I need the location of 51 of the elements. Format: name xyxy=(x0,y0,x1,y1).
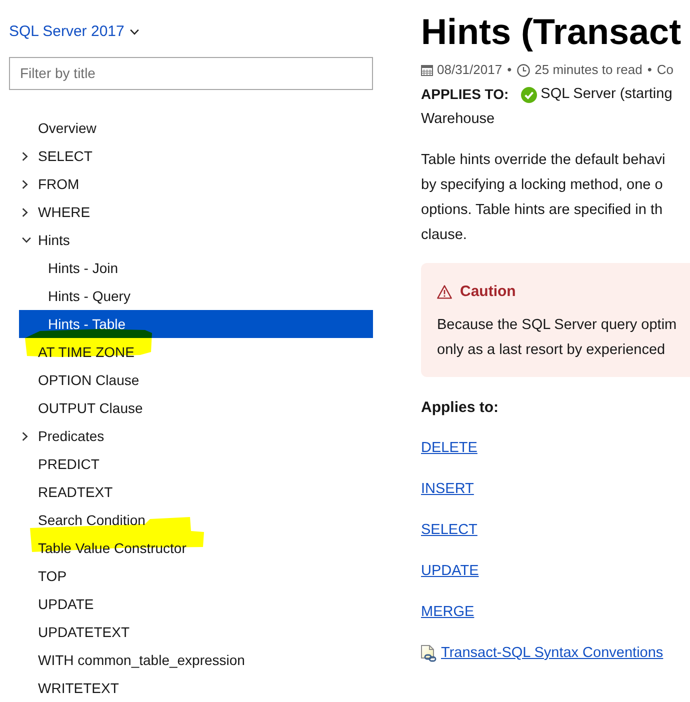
tree-item[interactable]: FROM xyxy=(19,170,82,198)
tree-item[interactable]: WHERE xyxy=(19,198,92,226)
tree-item[interactable]: READTEXT xyxy=(19,478,115,506)
applies-heading: Applies to: xyxy=(421,398,498,418)
caution-text: Because the SQL Server query optim only as a last resort by experienced xyxy=(437,316,677,360)
clock-icon xyxy=(516,64,530,76)
tree-item[interactable]: UPDATETEXT xyxy=(19,618,132,646)
tree-item[interactable]: Predicates xyxy=(19,422,106,450)
chevron-right-icon[interactable] xyxy=(22,208,28,216)
tree-item[interactable]: OUTPUT Clause xyxy=(19,394,145,422)
warning-icon xyxy=(437,285,452,299)
chevron-down-icon[interactable] xyxy=(22,237,31,243)
intro-paragraph: Table hints override the default behavi by specifying a locking method, one o options. Table hints are specified in th clause. xyxy=(421,151,666,245)
tree-item[interactable]: Hints - Query xyxy=(19,282,132,310)
bullet-separator: • xyxy=(507,61,512,80)
product-list-text: SQL Server (starting xyxy=(540,84,672,104)
chevron-right-icon[interactable] xyxy=(22,432,28,440)
reading-time-text: 25 minutes to read xyxy=(534,61,642,80)
version-selector[interactable]: SQL Server 2017 xyxy=(9,20,140,44)
tree-item[interactable]: Hints xyxy=(19,226,72,254)
statement-link[interactable]: INSERT xyxy=(421,477,474,502)
tree-item[interactable]: PREDICT xyxy=(19,450,102,478)
tree-item[interactable]: TOP xyxy=(19,562,69,590)
tree-item[interactable]: Hints - Join xyxy=(19,254,120,282)
chevron-right-icon[interactable] xyxy=(22,180,28,188)
tree-item[interactable]: Hints - Table xyxy=(19,310,373,338)
contributors-text: Co xyxy=(656,61,674,80)
tree-item[interactable]: WITH common_table_expression xyxy=(19,646,247,674)
tree-item[interactable]: UPDATE xyxy=(19,590,96,618)
chevron-right-icon[interactable] xyxy=(22,152,28,160)
applies-to-label: APPLIES TO: xyxy=(421,85,509,104)
tree-item[interactable]: SELECT xyxy=(19,142,94,170)
product-list-text: Warehouse xyxy=(421,110,495,129)
calendar-icon xyxy=(421,64,433,76)
page-title: Hints (Transact xyxy=(421,10,682,53)
caution-title: Caution xyxy=(460,282,516,302)
tree-item[interactable]: WRITETEXT xyxy=(19,674,121,702)
filter-field[interactable]: Filter by title xyxy=(9,56,373,90)
statement-link[interactable]: MERGE xyxy=(421,600,474,625)
tree-item[interactable]: Search Condition xyxy=(19,506,148,534)
bullet-separator: • xyxy=(647,61,652,80)
chevron-down-icon xyxy=(130,28,140,35)
tree-item[interactable]: AT TIME ZONE xyxy=(19,338,136,366)
syntax-conventions-link[interactable]: Transact-SQL Syntax Conventions xyxy=(441,641,664,666)
date-text: 08/31/2017 xyxy=(437,61,502,80)
document-link-icon xyxy=(421,645,437,662)
statement-link[interactable]: UPDATE xyxy=(421,559,479,584)
tree-item[interactable]: Overview xyxy=(19,114,98,142)
tree-item[interactable]: OPTION Clause xyxy=(19,366,142,394)
statement-link[interactable]: SELECT xyxy=(421,518,478,543)
statement-link[interactable]: DELETE xyxy=(421,436,478,461)
